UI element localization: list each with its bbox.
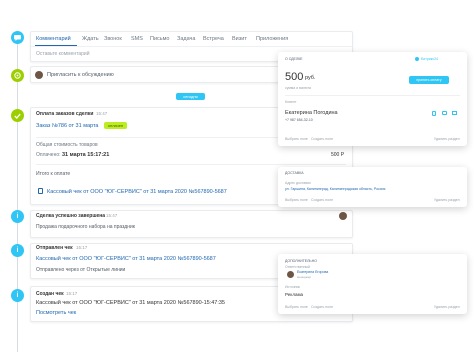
today-badge: сегодня — [176, 93, 205, 100]
amount-note: сумма и валюта — [285, 86, 311, 90]
responsible-name[interactable]: Екатерина Егорова — [297, 270, 328, 275]
summary-label: Итого к оплате — [36, 171, 71, 177]
paid-date: 31 марта 15:17:21 — [62, 152, 110, 158]
paid-label: Оплачено: — [36, 152, 61, 158]
partner-label: Битрикс24 — [421, 57, 438, 61]
responsible-label: Ответственный — [285, 265, 310, 269]
avatar — [35, 71, 43, 79]
source-value: Реклама — [285, 292, 304, 297]
avatar — [339, 212, 347, 220]
paid-badge: оплачен — [104, 122, 127, 129]
chat-icon[interactable] — [442, 111, 447, 115]
check-created-text: Кассовый чек от ООО "ЮГ-СЕРВИС" от 31 ма… — [36, 300, 225, 306]
payment-time: 15:47 — [96, 111, 108, 116]
total-label: Общая стоимость товаров — [36, 142, 98, 148]
responsible-avatar — [287, 271, 294, 278]
tab-call[interactable]: Звонок — [104, 36, 122, 43]
source-label: Источник — [285, 285, 300, 289]
email-icon[interactable] — [452, 111, 457, 115]
info-icon: i — [11, 244, 24, 257]
client-label: Клиент — [285, 100, 297, 104]
create-field-link[interactable]: Создать поле — [311, 198, 333, 203]
client-phone[interactable]: +7 987 654-32-10 — [285, 118, 313, 123]
select-field-link[interactable]: Выбрать поле — [285, 305, 308, 310]
tab-wait[interactable]: Ждать — [82, 36, 99, 43]
payment-title: Оплата заказов сделки — [36, 111, 94, 117]
phone-icon[interactable] — [432, 111, 436, 116]
deal-info-card — [278, 52, 467, 146]
delete-section-link[interactable]: Удалить раздел — [434, 305, 460, 310]
tab-sms[interactable]: SMS — [131, 36, 143, 43]
check-sent-link[interactable]: Кассовый чек от ООО "ЮГ-СЕРВИС" от 31 ма… — [36, 256, 216, 263]
tabs-divider — [31, 46, 352, 47]
check-sent-text: Отправлено через от Открытые линии — [36, 267, 126, 273]
deal-header: О СДЕЛКЕ — [285, 57, 303, 61]
deal-amount: 500 — [285, 71, 304, 83]
invite-link[interactable]: Пригласить к обсуждению — [47, 72, 114, 79]
receipt-icon — [38, 188, 43, 194]
info-icon: i — [11, 210, 24, 223]
check-created-time: 15:17 — [66, 291, 78, 296]
delivery-address[interactable]: ул. Гаршина, Калининград, Калининградска… — [285, 187, 385, 192]
tab-visit[interactable]: Визит — [232, 36, 247, 43]
create-field-link[interactable]: Создать поле — [311, 305, 333, 310]
delivery-header: ДОСТАВКА — [285, 171, 304, 175]
delete-section-link[interactable]: Удалить раздел — [434, 137, 460, 142]
tab-meeting[interactable]: Встреча — [203, 36, 224, 43]
invite-icon — [11, 69, 24, 82]
client-name[interactable]: Екатерина Погодина — [285, 110, 338, 117]
responsible-role: менеджер — [297, 275, 312, 279]
paid-value: 500 Р — [331, 152, 345, 158]
order-link[interactable]: Заказ №786 от 31 марта — [36, 123, 99, 130]
check-sent-time: 15:17 — [76, 245, 88, 250]
create-field-link[interactable]: Создать поле — [311, 137, 333, 142]
delete-section-link[interactable]: Удалить раздел — [434, 198, 460, 203]
extra-header: ДОПОЛНИТЕЛЬНО — [285, 259, 317, 263]
deal-done-time: 15:47 — [106, 213, 118, 218]
accept-payment-button[interactable]: принять оплату — [409, 76, 449, 84]
receipt-link[interactable]: Кассовый чек от ООО "ЮГ-СЕРВИС" от 31 ма… — [47, 189, 227, 196]
bitrix-icon — [415, 57, 419, 61]
select-field-link[interactable]: Выбрать поле — [285, 198, 308, 203]
address-label: Адрес доставки — [285, 181, 311, 185]
tab-apps[interactable]: Приложения — [256, 36, 288, 43]
check-created-title: Создан чек — [36, 291, 64, 297]
tab-task[interactable]: Задача — [177, 36, 195, 43]
check-sent-title: Отправлен чек — [36, 245, 73, 251]
deal-divider — [285, 95, 460, 96]
deal-currency: руб. — [305, 75, 316, 81]
summary-divider — [36, 164, 346, 165]
select-field-link[interactable]: Выбрать поле — [285, 137, 308, 142]
check-icon — [11, 109, 24, 122]
tab-email[interactable]: Письмо — [150, 36, 169, 43]
deal-done-title: Сделка успешно завершена — [36, 213, 106, 219]
comment-input[interactable]: Оставьте комментарий — [36, 52, 90, 57]
deal-done-text: Продажа подарочного набора на праздник — [36, 224, 135, 230]
info-icon: i — [11, 289, 24, 302]
view-check-link[interactable]: Посмотреть чек — [36, 310, 76, 317]
tab-comment[interactable]: Комментарий — [36, 36, 71, 43]
chat-icon — [11, 31, 24, 44]
